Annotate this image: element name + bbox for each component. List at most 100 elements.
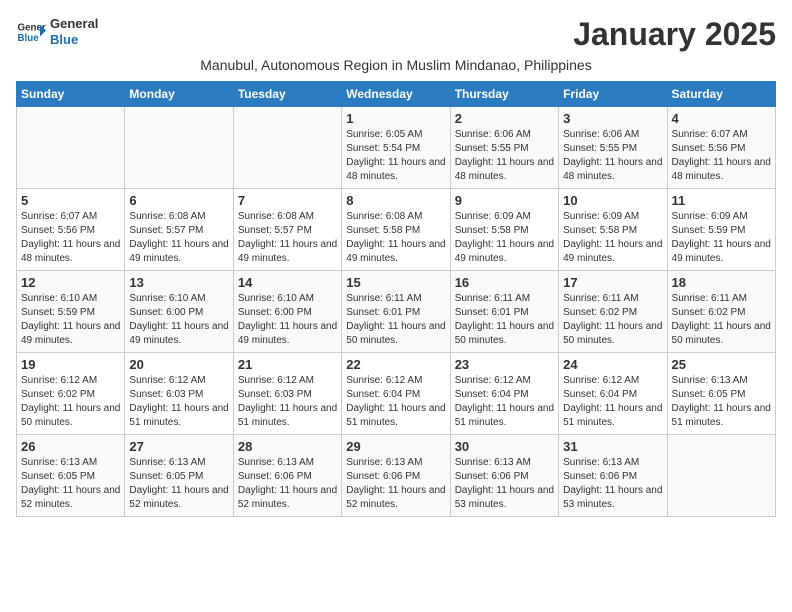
- calendar-cell: 4Sunrise: 6:07 AMSunset: 5:56 PMDaylight…: [667, 107, 775, 189]
- day-number: 27: [129, 439, 228, 454]
- day-info: Sunrise: 6:12 AMSunset: 6:03 PMDaylight:…: [238, 374, 337, 430]
- day-info: Sunrise: 6:11 AMSunset: 6:02 PMDaylight:…: [672, 292, 771, 348]
- logo: General Blue General Blue: [16, 16, 98, 47]
- day-number: 18: [672, 275, 771, 290]
- day-info: Sunrise: 6:12 AMSunset: 6:04 PMDaylight:…: [346, 374, 445, 430]
- day-info: Sunrise: 6:12 AMSunset: 6:03 PMDaylight:…: [129, 374, 228, 430]
- logo-icon: General Blue: [16, 17, 46, 47]
- calendar-table: SundayMondayTuesdayWednesdayThursdayFrid…: [16, 81, 776, 517]
- day-info: Sunrise: 6:08 AMSunset: 5:58 PMDaylight:…: [346, 210, 445, 266]
- day-number: 20: [129, 357, 228, 372]
- day-number: 3: [563, 111, 662, 126]
- calendar-cell: 8 Sunrise: 6:08 AMSunset: 5:58 PMDaylight…: [342, 189, 450, 271]
- weekday-header-saturday: Saturday: [667, 82, 775, 107]
- day-number: 15: [346, 275, 445, 290]
- day-info: Sunrise: 6:07 AMSunset: 5:56 PMDaylight:…: [21, 210, 120, 266]
- calendar-cell: 18 Sunrise: 6:11 AMSunset: 6:02 PMDayligh…: [667, 271, 775, 353]
- day-number: 4: [672, 111, 771, 126]
- day-number: 9: [455, 193, 554, 208]
- weekday-header-wednesday: Wednesday: [342, 82, 450, 107]
- day-number: 31: [563, 439, 662, 454]
- weekday-header-sunday: Sunday: [17, 82, 125, 107]
- day-info: Sunrise: 6:08 AMSunset: 5:57 PMDaylight:…: [129, 210, 228, 266]
- day-number: 23: [455, 357, 554, 372]
- day-number: 10: [563, 193, 662, 208]
- day-info: Sunrise: 6:13 AMSunset: 6:06 PMDaylight:…: [563, 456, 662, 512]
- logo-line1: General: [50, 16, 98, 32]
- day-info: Sunrise: 6:10 AMSunset: 6:00 PMDaylight:…: [129, 292, 228, 348]
- day-info: Sunrise: 6:13 AMSunset: 6:05 PMDaylight:…: [21, 456, 120, 512]
- day-info: Sunrise: 6:05 AMSunset: 5:54 PMDaylight:…: [346, 128, 445, 184]
- day-number: 11: [672, 193, 771, 208]
- day-info: Sunrise: 6:09 AMSunset: 5:59 PMDaylight:…: [672, 210, 771, 266]
- day-info: Sunrise: 6:11 AMSunset: 6:01 PMDaylight:…: [455, 292, 554, 348]
- day-info: Sunrise: 6:06 AMSunset: 5:55 PMDaylight:…: [455, 128, 554, 184]
- calendar-cell: 6 Sunrise: 6:08 AMSunset: 5:57 PMDaylight…: [125, 189, 233, 271]
- day-info: Sunrise: 6:06 AMSunset: 5:55 PMDaylight:…: [563, 128, 662, 184]
- day-number: 16: [455, 275, 554, 290]
- day-number: 5: [21, 193, 120, 208]
- day-number: 1: [346, 111, 445, 126]
- calendar-week-row: 1 Sunrise: 6:05 AMSunset: 5:54 PMDaylight…: [17, 107, 776, 189]
- calendar-cell: 5 Sunrise: 6:07 AMSunset: 5:56 PMDaylight…: [17, 189, 125, 271]
- logo-line2: Blue: [50, 32, 98, 48]
- calendar-subtitle: Manubul, Autonomous Region in Muslim Min…: [16, 57, 776, 73]
- weekday-header-tuesday: Tuesday: [233, 82, 341, 107]
- day-info: Sunrise: 6:10 AMSunset: 5:59 PMDaylight:…: [21, 292, 120, 348]
- day-number: 22: [346, 357, 445, 372]
- calendar-cell: 3 Sunrise: 6:06 AMSunset: 5:55 PMDaylight…: [559, 107, 667, 189]
- calendar-cell: 30 Sunrise: 6:13 AMSunset: 6:06 PMDayligh…: [450, 435, 558, 517]
- calendar-cell: 2 Sunrise: 6:06 AMSunset: 5:55 PMDaylight…: [450, 107, 558, 189]
- day-info: Sunrise: 6:12 AMSunset: 6:04 PMDaylight:…: [563, 374, 662, 430]
- day-info: Sunrise: 6:12 AMSunset: 6:04 PMDaylight:…: [455, 374, 554, 430]
- calendar-week-row: 5 Sunrise: 6:07 AMSunset: 5:56 PMDaylight…: [17, 189, 776, 271]
- calendar-cell: 7 Sunrise: 6:08 AMSunset: 5:57 PMDaylight…: [233, 189, 341, 271]
- day-number: 8: [346, 193, 445, 208]
- calendar-cell: [125, 107, 233, 189]
- calendar-cell: 12 Sunrise: 6:10 AMSunset: 5:59 PMDayligh…: [17, 271, 125, 353]
- day-number: 6: [129, 193, 228, 208]
- day-number: 2: [455, 111, 554, 126]
- weekday-header-row: SundayMondayTuesdayWednesdayThursdayFrid…: [17, 82, 776, 107]
- calendar-week-row: 26Sunrise: 6:13 AMSunset: 6:05 PMDayligh…: [17, 435, 776, 517]
- svg-text:Blue: Blue: [18, 33, 40, 44]
- day-info: Sunrise: 6:11 AMSunset: 6:02 PMDaylight:…: [563, 292, 662, 348]
- day-number: 12: [21, 275, 120, 290]
- day-number: 25: [672, 357, 771, 372]
- calendar-cell: 13Sunrise: 6:10 AMSunset: 6:00 PMDayligh…: [125, 271, 233, 353]
- calendar-week-row: 19Sunrise: 6:12 AMSunset: 6:02 PMDayligh…: [17, 353, 776, 435]
- day-number: 14: [238, 275, 337, 290]
- calendar-cell: 31 Sunrise: 6:13 AMSunset: 6:06 PMDayligh…: [559, 435, 667, 517]
- calendar-cell: 24Sunrise: 6:12 AMSunset: 6:04 PMDayligh…: [559, 353, 667, 435]
- calendar-cell: 27 Sunrise: 6:13 AMSunset: 6:05 PMDayligh…: [125, 435, 233, 517]
- day-info: Sunrise: 6:09 AMSunset: 5:58 PMDaylight:…: [455, 210, 554, 266]
- day-info: Sunrise: 6:08 AMSunset: 5:57 PMDaylight:…: [238, 210, 337, 266]
- day-info: Sunrise: 6:13 AMSunset: 6:06 PMDaylight:…: [346, 456, 445, 512]
- day-info: Sunrise: 6:11 AMSunset: 6:01 PMDaylight:…: [346, 292, 445, 348]
- day-number: 21: [238, 357, 337, 372]
- weekday-header-friday: Friday: [559, 82, 667, 107]
- page-header: General Blue General Blue January 2025: [16, 16, 776, 53]
- weekday-header-thursday: Thursday: [450, 82, 558, 107]
- calendar-cell: 15 Sunrise: 6:11 AMSunset: 6:01 PMDayligh…: [342, 271, 450, 353]
- calendar-cell: 23 Sunrise: 6:12 AMSunset: 6:04 PMDayligh…: [450, 353, 558, 435]
- calendar-cell: [667, 435, 775, 517]
- calendar-week-row: 12 Sunrise: 6:10 AMSunset: 5:59 PMDayligh…: [17, 271, 776, 353]
- day-number: 30: [455, 439, 554, 454]
- day-info: Sunrise: 6:09 AMSunset: 5:58 PMDaylight:…: [563, 210, 662, 266]
- weekday-header-monday: Monday: [125, 82, 233, 107]
- day-info: Sunrise: 6:13 AMSunset: 6:06 PMDaylight:…: [238, 456, 337, 512]
- calendar-cell: 11 Sunrise: 6:09 AMSunset: 5:59 PMDayligh…: [667, 189, 775, 271]
- day-number: 7: [238, 193, 337, 208]
- day-info: Sunrise: 6:13 AMSunset: 6:05 PMDaylight:…: [129, 456, 228, 512]
- day-info: Sunrise: 6:12 AMSunset: 6:02 PMDaylight:…: [21, 374, 120, 430]
- calendar-cell: 21 Sunrise: 6:12 AMSunset: 6:03 PMDayligh…: [233, 353, 341, 435]
- day-info: Sunrise: 6:13 AMSunset: 6:06 PMDaylight:…: [455, 456, 554, 512]
- day-number: 29: [346, 439, 445, 454]
- calendar-cell: 25Sunrise: 6:13 AMSunset: 6:05 PMDayligh…: [667, 353, 775, 435]
- calendar-cell: 10 Sunrise: 6:09 AMSunset: 5:58 PMDayligh…: [559, 189, 667, 271]
- calendar-cell: [233, 107, 341, 189]
- month-title: January 2025: [573, 16, 776, 53]
- calendar-cell: 9 Sunrise: 6:09 AMSunset: 5:58 PMDaylight…: [450, 189, 558, 271]
- calendar-cell: 19Sunrise: 6:12 AMSunset: 6:02 PMDayligh…: [17, 353, 125, 435]
